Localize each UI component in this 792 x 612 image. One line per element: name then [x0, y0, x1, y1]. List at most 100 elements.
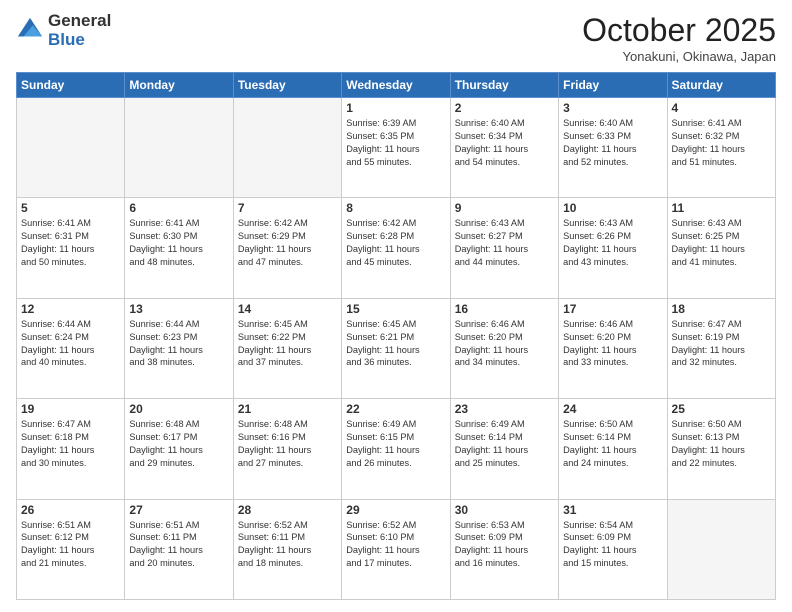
day-number: 2	[455, 101, 554, 115]
cell-line: Daylight: 11 hours	[129, 444, 228, 457]
cell-line: and 37 minutes.	[238, 356, 337, 369]
calendar-cell: 18Sunrise: 6:47 AMSunset: 6:19 PMDayligh…	[667, 298, 775, 398]
cell-line: Daylight: 11 hours	[346, 243, 445, 256]
calendar-cell: 19Sunrise: 6:47 AMSunset: 6:18 PMDayligh…	[17, 399, 125, 499]
logo-text: General Blue	[48, 12, 111, 49]
weekday-header-saturday: Saturday	[667, 73, 775, 98]
calendar-cell	[17, 98, 125, 198]
cell-line: Sunset: 6:17 PM	[129, 431, 228, 444]
calendar-row-1: 5Sunrise: 6:41 AMSunset: 6:31 PMDaylight…	[17, 198, 776, 298]
cell-line: Sunrise: 6:40 AM	[455, 117, 554, 130]
cell-line: Sunset: 6:35 PM	[346, 130, 445, 143]
cell-line: and 30 minutes.	[21, 457, 120, 470]
cell-line: Sunset: 6:11 PM	[129, 531, 228, 544]
calendar-cell: 6Sunrise: 6:41 AMSunset: 6:30 PMDaylight…	[125, 198, 233, 298]
calendar-cell: 15Sunrise: 6:45 AMSunset: 6:21 PMDayligh…	[342, 298, 450, 398]
cell-line: Sunrise: 6:45 AM	[346, 318, 445, 331]
cell-line: Sunset: 6:32 PM	[672, 130, 771, 143]
header: General Blue October 2025 Yonakuni, Okin…	[16, 12, 776, 64]
cell-line: Sunrise: 6:43 AM	[455, 217, 554, 230]
cell-line: Sunrise: 6:44 AM	[129, 318, 228, 331]
cell-line: Daylight: 11 hours	[238, 243, 337, 256]
day-number: 20	[129, 402, 228, 416]
cell-line: Daylight: 11 hours	[455, 544, 554, 557]
weekday-header-thursday: Thursday	[450, 73, 558, 98]
month-title: October 2025	[582, 12, 776, 49]
cell-line: Sunrise: 6:46 AM	[563, 318, 662, 331]
cell-line: Daylight: 11 hours	[563, 143, 662, 156]
calendar-cell: 11Sunrise: 6:43 AMSunset: 6:25 PMDayligh…	[667, 198, 775, 298]
calendar-cell: 23Sunrise: 6:49 AMSunset: 6:14 PMDayligh…	[450, 399, 558, 499]
calendar-cell: 7Sunrise: 6:42 AMSunset: 6:29 PMDaylight…	[233, 198, 341, 298]
day-number: 10	[563, 201, 662, 215]
cell-line: Daylight: 11 hours	[672, 444, 771, 457]
cell-line: and 33 minutes.	[563, 356, 662, 369]
cell-line: and 36 minutes.	[346, 356, 445, 369]
cell-line: and 41 minutes.	[672, 256, 771, 269]
calendar-cell: 22Sunrise: 6:49 AMSunset: 6:15 PMDayligh…	[342, 399, 450, 499]
cell-line: Sunrise: 6:51 AM	[129, 519, 228, 532]
cell-line: Daylight: 11 hours	[129, 243, 228, 256]
calendar-cell	[667, 499, 775, 599]
weekday-header-sunday: Sunday	[17, 73, 125, 98]
weekday-header-row: SundayMondayTuesdayWednesdayThursdayFrid…	[17, 73, 776, 98]
day-number: 24	[563, 402, 662, 416]
cell-line: and 38 minutes.	[129, 356, 228, 369]
cell-line: Sunrise: 6:50 AM	[672, 418, 771, 431]
cell-line: Sunset: 6:34 PM	[455, 130, 554, 143]
cell-line: Sunset: 6:14 PM	[455, 431, 554, 444]
day-number: 26	[21, 503, 120, 517]
cell-line: Daylight: 11 hours	[346, 344, 445, 357]
cell-line: Sunrise: 6:43 AM	[672, 217, 771, 230]
cell-line: Sunrise: 6:53 AM	[455, 519, 554, 532]
cell-line: Sunset: 6:11 PM	[238, 531, 337, 544]
cell-line: Sunrise: 6:44 AM	[21, 318, 120, 331]
cell-line: Daylight: 11 hours	[238, 444, 337, 457]
day-number: 11	[672, 201, 771, 215]
cell-line: Sunrise: 6:40 AM	[563, 117, 662, 130]
cell-line: Sunset: 6:23 PM	[129, 331, 228, 344]
cell-line: Sunrise: 6:41 AM	[129, 217, 228, 230]
cell-line: Daylight: 11 hours	[238, 344, 337, 357]
cell-line: Sunset: 6:14 PM	[563, 431, 662, 444]
cell-line: and 52 minutes.	[563, 156, 662, 169]
cell-line: Daylight: 11 hours	[563, 243, 662, 256]
cell-line: Sunrise: 6:49 AM	[455, 418, 554, 431]
calendar-cell: 24Sunrise: 6:50 AMSunset: 6:14 PMDayligh…	[559, 399, 667, 499]
day-number: 3	[563, 101, 662, 115]
cell-line: and 26 minutes.	[346, 457, 445, 470]
calendar-cell: 9Sunrise: 6:43 AMSunset: 6:27 PMDaylight…	[450, 198, 558, 298]
cell-line: Sunrise: 6:52 AM	[346, 519, 445, 532]
day-number: 8	[346, 201, 445, 215]
calendar-cell: 31Sunrise: 6:54 AMSunset: 6:09 PMDayligh…	[559, 499, 667, 599]
cell-line: and 27 minutes.	[238, 457, 337, 470]
cell-line: and 48 minutes.	[129, 256, 228, 269]
day-number: 15	[346, 302, 445, 316]
cell-line: Sunrise: 6:52 AM	[238, 519, 337, 532]
logo: General Blue	[16, 12, 111, 49]
day-number: 12	[21, 302, 120, 316]
cell-line: Daylight: 11 hours	[346, 143, 445, 156]
calendar-cell: 29Sunrise: 6:52 AMSunset: 6:10 PMDayligh…	[342, 499, 450, 599]
cell-line: Sunset: 6:27 PM	[455, 230, 554, 243]
calendar-cell: 21Sunrise: 6:48 AMSunset: 6:16 PMDayligh…	[233, 399, 341, 499]
cell-line: Sunset: 6:12 PM	[21, 531, 120, 544]
calendar-cell: 10Sunrise: 6:43 AMSunset: 6:26 PMDayligh…	[559, 198, 667, 298]
day-number: 9	[455, 201, 554, 215]
calendar-cell: 13Sunrise: 6:44 AMSunset: 6:23 PMDayligh…	[125, 298, 233, 398]
cell-line: and 50 minutes.	[21, 256, 120, 269]
cell-line: Sunrise: 6:54 AM	[563, 519, 662, 532]
cell-line: Daylight: 11 hours	[346, 444, 445, 457]
day-number: 18	[672, 302, 771, 316]
cell-line: Sunrise: 6:46 AM	[455, 318, 554, 331]
cell-line: Sunrise: 6:47 AM	[21, 418, 120, 431]
cell-line: Sunrise: 6:47 AM	[672, 318, 771, 331]
weekday-header-monday: Monday	[125, 73, 233, 98]
cell-line: Sunset: 6:29 PM	[238, 230, 337, 243]
day-number: 25	[672, 402, 771, 416]
calendar-cell: 17Sunrise: 6:46 AMSunset: 6:20 PMDayligh…	[559, 298, 667, 398]
day-number: 4	[672, 101, 771, 115]
calendar-cell: 20Sunrise: 6:48 AMSunset: 6:17 PMDayligh…	[125, 399, 233, 499]
cell-line: Sunset: 6:25 PM	[672, 230, 771, 243]
cell-line: and 34 minutes.	[455, 356, 554, 369]
